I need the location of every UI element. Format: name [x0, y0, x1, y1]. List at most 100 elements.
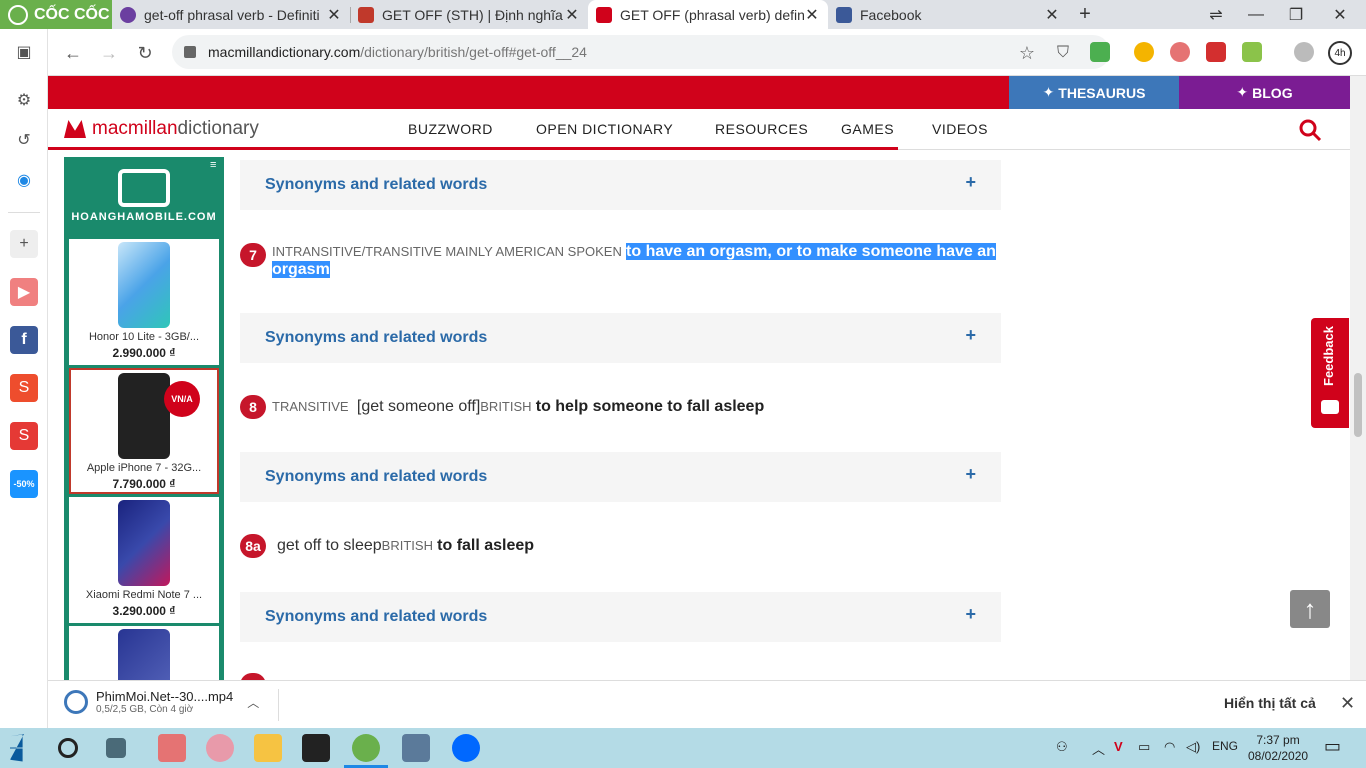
- scrollbar-thumb[interactable]: [1354, 373, 1362, 437]
- product-name: Apple iPhone 7 - 32G...: [86, 462, 202, 474]
- ad-product[interactable]: VN/A Apple iPhone 7 - 32G... 7.790.000 ₫: [69, 368, 219, 494]
- expand-plus-icon[interactable]: +: [965, 604, 976, 625]
- scroll-to-top-button[interactable]: ↑: [1290, 590, 1330, 628]
- bookmark-star-icon[interactable]: ☆: [1014, 40, 1040, 66]
- download-extension-icon[interactable]: [1090, 42, 1110, 62]
- chevron-up-icon[interactable]: ︿: [247, 694, 259, 711]
- settings-icon[interactable]: ⚙: [10, 86, 38, 114]
- search-icon[interactable]: [1298, 118, 1322, 142]
- browser-sidebar: ▣ ⚙ ↺ ◉ + ▶ f S S -50%: [0, 29, 48, 728]
- forward-icon[interactable]: →: [96, 40, 122, 66]
- nav-videos[interactable]: VIDEOS: [932, 121, 988, 137]
- feedback-label: Feedback: [1321, 326, 1336, 386]
- synonyms-expander[interactable]: Synonyms and related words +: [240, 452, 1001, 502]
- tab-3-active[interactable]: GET OFF (phrasal verb) definit ✕: [588, 0, 828, 29]
- unikey-icon[interactable]: V: [1114, 739, 1123, 754]
- zalo-icon[interactable]: [452, 734, 480, 762]
- tiki-icon[interactable]: -50%: [10, 470, 38, 498]
- maximize-button[interactable]: ❐: [1276, 0, 1316, 29]
- sidebar-toggle-icon[interactable]: ▣: [10, 38, 38, 66]
- nav-open-dictionary[interactable]: OPEN DICTIONARY: [536, 121, 673, 137]
- close-tab-icon[interactable]: ✕: [564, 5, 580, 25]
- windows-start-icon[interactable]: [10, 734, 24, 762]
- expand-plus-icon[interactable]: +: [965, 172, 976, 193]
- volume-icon[interactable]: ◁): [1186, 739, 1200, 755]
- facebook-icon[interactable]: f: [10, 326, 38, 354]
- nav-games[interactable]: GAMES: [841, 121, 894, 137]
- ad-menu-icon[interactable]: ≡: [210, 159, 216, 171]
- expand-plus-icon[interactable]: +: [965, 325, 976, 346]
- battery-icon[interactable]: ▭: [1138, 739, 1150, 755]
- blog-link[interactable]: ✦ BLOG: [1179, 76, 1350, 109]
- coccoc-taskbar-icon[interactable]: [352, 734, 380, 762]
- shopee-icon[interactable]: S: [10, 374, 38, 402]
- tab-search-icon[interactable]: ⇌: [1196, 0, 1236, 29]
- search-taskbar-icon[interactable]: [58, 738, 78, 758]
- url-host: macmillandictionary.com: [208, 44, 361, 60]
- show-all-downloads-link[interactable]: Hiển thị tất cả: [1224, 695, 1316, 711]
- tab-title: Facebook: [860, 6, 922, 23]
- synonyms-expander[interactable]: Synonyms and related words +: [240, 313, 1001, 363]
- sticky-notes-icon[interactable]: [302, 734, 330, 762]
- ad-product[interactable]: Xiaomi Redmi Note 7 ... 3.290.000 ₫: [69, 497, 219, 623]
- thesaurus-link[interactable]: ✦ THESAURUS: [1009, 76, 1179, 109]
- minimize-button[interactable]: —: [1236, 0, 1276, 29]
- youtube-icon[interactable]: ▶: [10, 278, 38, 306]
- coccoc-menu-button[interactable]: CỐC CỐC: [0, 0, 112, 29]
- ad-product[interactable]: Honor 10 Lite - 3GB/... 2.990.000 ₫: [69, 239, 219, 365]
- close-window-button[interactable]: ✕: [1320, 0, 1360, 29]
- sense-number: 7: [240, 243, 266, 267]
- nav-buzzword[interactable]: BUZZWORD: [408, 121, 493, 137]
- feedback-button[interactable]: Feedback: [1311, 318, 1349, 428]
- chevron-up-tray-icon[interactable]: ︿: [1092, 739, 1105, 758]
- tab-2[interactable]: GET OFF (STH) | Định nghĩa tr ✕: [350, 0, 588, 29]
- clock[interactable]: 7:37 pm 08/02/2020: [1248, 732, 1308, 764]
- app-icon-2[interactable]: [206, 734, 234, 762]
- synonyms-expander[interactable]: Synonyms and related words +: [240, 160, 1001, 210]
- messenger-icon[interactable]: ◉: [10, 166, 38, 194]
- ad-header: HOANGHAMOBILE.COM: [64, 157, 224, 235]
- synonyms-label: Synonyms and related words: [265, 468, 488, 485]
- url-bar[interactable]: macmillandictionary.com/dictionary/briti…: [172, 35, 1110, 69]
- pattern: [get someone off]: [356, 398, 481, 415]
- chrome-extension-icon[interactable]: [1134, 42, 1154, 62]
- wifi-icon[interactable]: ◠: [1164, 739, 1175, 755]
- notifications-icon[interactable]: ▭: [1324, 736, 1341, 757]
- red-extension-icon[interactable]: [1206, 42, 1226, 62]
- nav-resources[interactable]: RESOURCES: [715, 121, 808, 137]
- close-tab-icon[interactable]: ✕: [1044, 5, 1060, 25]
- back-icon[interactable]: ←: [60, 40, 86, 66]
- expand-plus-icon[interactable]: +: [965, 464, 976, 485]
- app-icon-3[interactable]: [402, 734, 430, 762]
- file-explorer-icon[interactable]: [254, 734, 282, 762]
- history-icon[interactable]: ↺: [10, 126, 38, 154]
- new-tab-button[interactable]: +: [1068, 0, 1102, 29]
- product-name: Xiaomi Redmi Note 7 ...: [85, 589, 203, 601]
- macmillan-logo[interactable]: macmillan dictionary: [64, 118, 259, 140]
- synonyms-expander[interactable]: Synonyms and related words +: [240, 592, 1001, 642]
- people-icon[interactable]: ⚇: [1056, 739, 1068, 755]
- reload-icon[interactable]: ↻: [132, 40, 158, 66]
- add-sidebar-app-icon[interactable]: +: [10, 230, 38, 258]
- advertisement-panel[interactable]: HOANGHAMOBILE.COM ≡ Honor 10 Lite - 3GB/…: [64, 157, 224, 680]
- task-view-icon[interactable]: [106, 738, 126, 758]
- synonyms-label: Synonyms and related words: [265, 329, 488, 346]
- app-icon-1[interactable]: [158, 734, 186, 762]
- avatar[interactable]: [1294, 42, 1314, 62]
- tab-1[interactable]: get-off phrasal verb - Definiti ✕: [112, 0, 350, 29]
- language-indicator[interactable]: ENG: [1212, 739, 1238, 753]
- ad-product[interactable]: [69, 626, 219, 680]
- sendo-icon[interactable]: S: [10, 422, 38, 450]
- region-label: BRITISH: [381, 538, 433, 553]
- shield-icon[interactable]: ⛉: [1050, 40, 1076, 66]
- profile-badge[interactable]: 4h: [1328, 41, 1352, 65]
- page-scrollbar[interactable]: [1350, 76, 1366, 680]
- close-download-bar-icon[interactable]: ✕: [1340, 693, 1355, 714]
- download-item[interactable]: PhimMoi.Net--30....mp4 0,5/2,5 GB, Còn 4 …: [64, 689, 259, 715]
- color-extension-icon[interactable]: [1242, 42, 1262, 62]
- close-tab-icon[interactable]: ✕: [804, 5, 820, 25]
- adblock-extension-icon[interactable]: [1170, 42, 1190, 62]
- browser-brand: CỐC CỐC: [34, 5, 110, 23]
- tab-4[interactable]: Facebook ✕: [828, 0, 1068, 29]
- close-tab-icon[interactable]: ✕: [326, 5, 342, 25]
